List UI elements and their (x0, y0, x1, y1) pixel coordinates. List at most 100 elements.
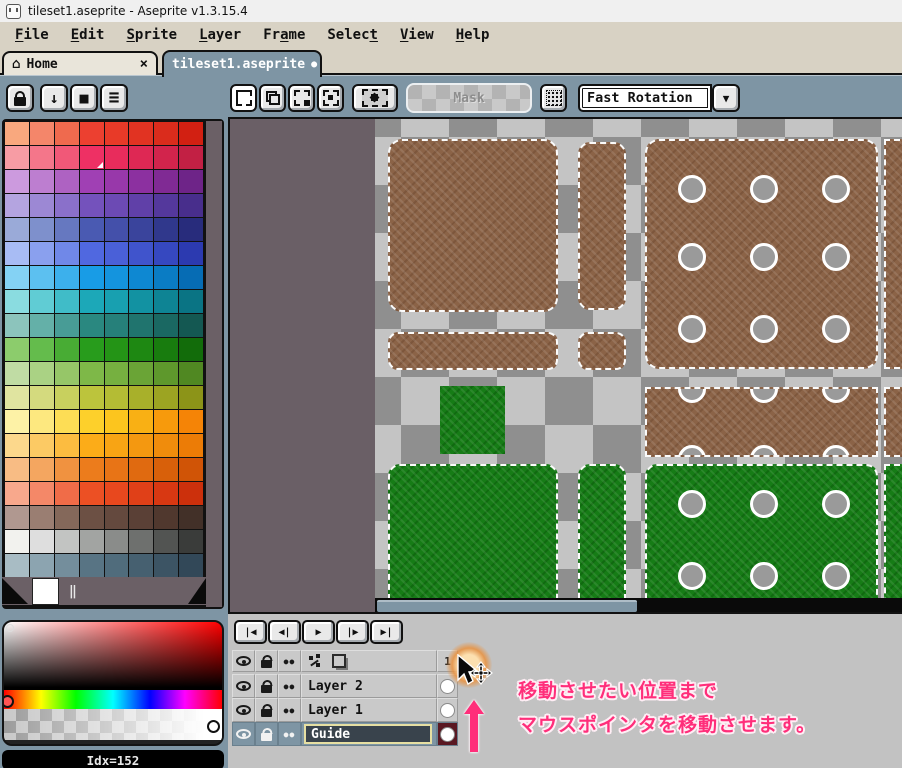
palette-swatch[interactable] (55, 338, 79, 361)
menu-item-select[interactable]: Select (316, 25, 389, 45)
palette-swatch[interactable] (105, 122, 129, 145)
palette-swatch[interactable] (129, 146, 153, 169)
prev-frame-button[interactable]: ◀| (268, 620, 301, 644)
palette-swatch[interactable] (55, 242, 79, 265)
palette-swatch[interactable] (179, 314, 203, 337)
close-icon[interactable]: × (140, 56, 148, 72)
palette-swatch[interactable] (129, 314, 153, 337)
palette-swatch[interactable] (80, 458, 104, 481)
palette-swatch[interactable] (80, 122, 104, 145)
palette-swatch[interactable] (129, 338, 153, 361)
palette-swatch[interactable] (80, 554, 104, 577)
palette-swatch[interactable] (30, 482, 54, 505)
add-selection-button[interactable] (259, 84, 286, 112)
alpha-slider[interactable] (4, 709, 222, 740)
palette-swatch[interactable] (5, 530, 29, 553)
palette-swatch[interactable] (30, 530, 54, 553)
palette-swatch[interactable] (55, 146, 79, 169)
menu-item-file[interactable]: File (4, 25, 60, 45)
palette-swatch[interactable] (105, 362, 129, 385)
palette-swatch[interactable] (80, 194, 104, 217)
palette-swatch[interactable] (105, 194, 129, 217)
replace-selection-button[interactable] (230, 84, 257, 112)
palette-swatch[interactable] (80, 386, 104, 409)
palette-swatch[interactable] (5, 242, 29, 265)
palette-swatch[interactable] (179, 194, 203, 217)
palette-swatch[interactable] (30, 170, 54, 193)
lock-column-header[interactable] (255, 650, 278, 672)
palette-swatch[interactable] (30, 338, 54, 361)
options-list-button[interactable]: ≡ (100, 84, 128, 112)
palette-grid[interactable] (4, 121, 204, 607)
palette-swatch[interactable] (105, 290, 129, 313)
palette-swatch[interactable] (5, 554, 29, 577)
palette-swatch[interactable] (5, 194, 29, 217)
visibility-column-header[interactable] (232, 650, 255, 672)
layer-cel[interactable] (437, 722, 458, 746)
saturation-value-area[interactable] (4, 622, 222, 690)
palette-swatch[interactable] (30, 194, 54, 217)
palette-swatch[interactable] (154, 314, 178, 337)
sprite-canvas[interactable] (375, 119, 902, 600)
palette-swatch[interactable] (129, 242, 153, 265)
filled-square-button[interactable]: ■ (70, 84, 98, 112)
palette-swatch[interactable] (55, 554, 79, 577)
palette-swatch[interactable] (129, 170, 153, 193)
layer-name[interactable]: Layer 1 (301, 698, 437, 722)
palette-swatch[interactable] (105, 458, 129, 481)
palette-swatch[interactable] (30, 290, 54, 313)
palette-swatch[interactable] (5, 362, 29, 385)
palette-swatch[interactable] (129, 482, 153, 505)
palette-scrollbar[interactable] (204, 121, 222, 607)
palette-swatch[interactable] (55, 386, 79, 409)
background-color-swatch[interactable] (32, 578, 59, 605)
palette-swatch[interactable] (30, 458, 54, 481)
palette-swatch[interactable] (5, 266, 29, 289)
palette-swatch[interactable] (30, 314, 54, 337)
palette-swatch[interactable] (80, 338, 104, 361)
palette-swatch[interactable] (55, 314, 79, 337)
palette-swatch[interactable] (30, 218, 54, 241)
play-button[interactable]: ▶ (302, 620, 335, 644)
palette-swatch[interactable] (80, 482, 104, 505)
palette-swatch[interactable] (55, 290, 79, 313)
palette-swatch[interactable] (55, 410, 79, 433)
palette-swatch[interactable] (179, 170, 203, 193)
palette-swatch[interactable] (129, 554, 153, 577)
rotation-algorithm-select[interactable]: Fast Rotation (578, 84, 712, 112)
palette-swatch[interactable] (129, 122, 153, 145)
palette-swatch[interactable] (154, 458, 178, 481)
palette-swatch[interactable] (154, 506, 178, 529)
layer-row-guide[interactable]: ●● Guide (232, 722, 458, 746)
palette-swatch[interactable] (80, 242, 104, 265)
palette-swatch[interactable] (154, 530, 178, 553)
palette-swatch[interactable] (179, 410, 203, 433)
palette-swatch[interactable] (80, 362, 104, 385)
layer-visibility-toggle[interactable] (232, 674, 255, 698)
palette-swatch[interactable] (5, 146, 29, 169)
palette-swatch[interactable] (154, 434, 178, 457)
lock-button[interactable] (6, 84, 34, 112)
palette-swatch[interactable] (129, 434, 153, 457)
palette-swatch[interactable] (129, 362, 153, 385)
palette-swatch[interactable] (30, 410, 54, 433)
palette-swatch[interactable] (154, 338, 178, 361)
palette-swatch[interactable] (5, 458, 29, 481)
palette-swatch[interactable] (154, 194, 178, 217)
palette-swatch[interactable] (154, 482, 178, 505)
palette-swatch[interactable] (55, 266, 79, 289)
palette-swatch[interactable] (55, 506, 79, 529)
palette-swatch[interactable] (105, 170, 129, 193)
layer-row-layer-2[interactable]: ●● Layer 2 (232, 674, 458, 698)
rotation-dropdown-button[interactable]: ▼ (712, 84, 740, 112)
layer-continuous-toggle[interactable]: ●● (278, 722, 301, 746)
onion-skin-icon[interactable] (332, 654, 346, 668)
menu-item-frame[interactable]: Frame (252, 25, 316, 45)
layer-lock-toggle[interactable] (255, 722, 278, 746)
palette-swatch[interactable] (154, 266, 178, 289)
menu-item-sprite[interactable]: Sprite (115, 25, 188, 45)
palette-swatch[interactable] (55, 362, 79, 385)
timeline-flow-icon[interactable] (308, 654, 322, 668)
first-frame-button[interactable]: |◀ (234, 620, 267, 644)
palette-swatch[interactable] (5, 170, 29, 193)
